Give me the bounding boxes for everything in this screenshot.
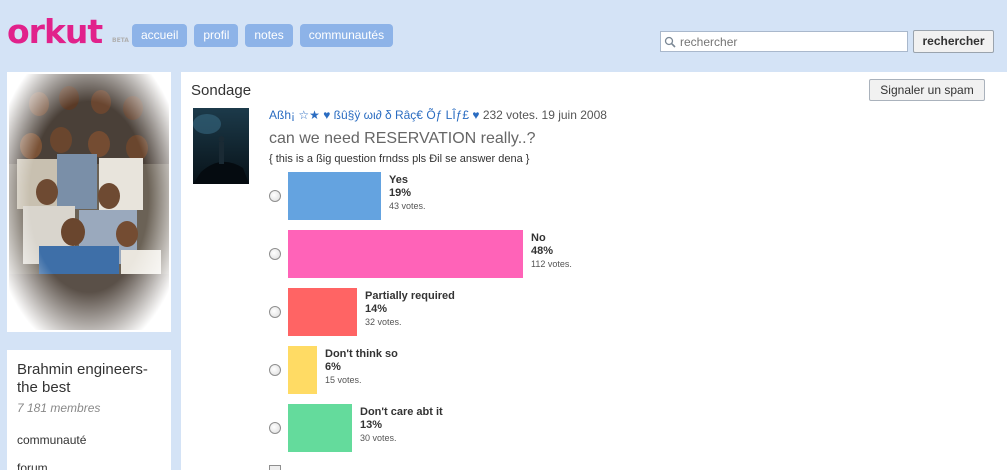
option-label: Partially required bbox=[365, 290, 455, 302]
option-votes: 43 votes. bbox=[389, 201, 426, 211]
link-communaute[interactable]: communauté bbox=[17, 433, 161, 447]
poll-panel: Sondage Signaler un spam Aßh¡ ☆★ ♥ ßû§ÿ … bbox=[181, 72, 1007, 470]
option-radio[interactable] bbox=[269, 364, 281, 376]
option-radio[interactable] bbox=[269, 465, 281, 470]
top-nav: accueil profil notes communautés bbox=[132, 24, 394, 47]
nav-communautes[interactable]: communautés bbox=[299, 24, 394, 47]
option-bar bbox=[288, 346, 317, 394]
search-button[interactable]: rechercher bbox=[913, 30, 994, 53]
poll-header: Aßh¡ ☆★ ♥ ßû§ÿ ωι∂ δ Râç€ Õƒ LÎƒ£ ♥ 232 … bbox=[269, 108, 607, 122]
option-votes: 15 votes. bbox=[325, 375, 362, 385]
search-box bbox=[660, 31, 908, 52]
poll-question: can we need RESERVATION really..? bbox=[269, 130, 536, 147]
link-forum[interactable]: forum bbox=[17, 461, 161, 470]
section-title: Sondage bbox=[191, 82, 252, 99]
option-percent: 6% bbox=[325, 361, 341, 373]
option-bar bbox=[288, 230, 523, 278]
option-label: Yes bbox=[389, 174, 408, 186]
option-votes: 30 votes. bbox=[360, 433, 397, 443]
option-bar bbox=[288, 288, 357, 336]
option-label: Don't care abt it bbox=[360, 406, 443, 418]
option-radio[interactable] bbox=[269, 306, 281, 318]
option-text: Don't care abt it 13% 30 votes. bbox=[360, 406, 443, 443]
author-avatar[interactable] bbox=[193, 108, 249, 184]
nav-accueil[interactable]: accueil bbox=[132, 24, 188, 47]
option-radio[interactable] bbox=[269, 422, 281, 434]
option-percent: 14% bbox=[365, 303, 388, 315]
community-name[interactable]: Brahmin engineers-the best bbox=[17, 361, 161, 397]
option-text: Partially required 14% 32 votes. bbox=[365, 290, 455, 327]
option-text: Yes 19% 43 votes. bbox=[389, 174, 426, 211]
option-label: No bbox=[531, 232, 546, 244]
option-bar bbox=[288, 404, 352, 452]
logo-text: orkut bbox=[7, 12, 103, 51]
option-percent: 48% bbox=[531, 245, 554, 257]
search-input[interactable] bbox=[680, 34, 900, 49]
search-icon bbox=[664, 36, 676, 48]
option-bar bbox=[288, 172, 381, 220]
community-photo[interactable] bbox=[9, 74, 169, 330]
community-info-panel: Brahmin engineers-the best 7 181 membres… bbox=[7, 350, 171, 470]
option-votes: 32 votes. bbox=[365, 317, 402, 327]
option-percent: 19% bbox=[389, 187, 412, 199]
beta-badge: BETA bbox=[112, 37, 129, 44]
poll-description: { this is a ßig question frndss pls Ðil … bbox=[269, 153, 530, 165]
option-text: Don't think so 6% 15 votes. bbox=[325, 348, 398, 385]
option-text: No 48% 112 votes. bbox=[531, 232, 572, 269]
community-members: 7 181 membres bbox=[17, 401, 101, 415]
report-spam-button[interactable]: Signaler un spam bbox=[869, 79, 985, 101]
nav-profil[interactable]: profil bbox=[194, 24, 239, 47]
option-radio[interactable] bbox=[269, 248, 281, 260]
poll-meta: 232 votes. 19 juin 2008 bbox=[482, 108, 607, 122]
option-percent: 13% bbox=[360, 419, 383, 431]
orkut-logo[interactable]: orkut BETA bbox=[7, 12, 129, 51]
option-label: Don't think so bbox=[325, 348, 398, 360]
option-votes: 112 votes. bbox=[531, 259, 572, 269]
option-radio[interactable] bbox=[269, 190, 281, 202]
community-photo-panel bbox=[7, 72, 171, 332]
nav-notes[interactable]: notes bbox=[245, 24, 293, 47]
poll-author-link[interactable]: Aßh¡ ☆★ ♥ ßû§ÿ ωι∂ δ Râç€ Õƒ LÎƒ£ ♥ bbox=[269, 108, 479, 122]
